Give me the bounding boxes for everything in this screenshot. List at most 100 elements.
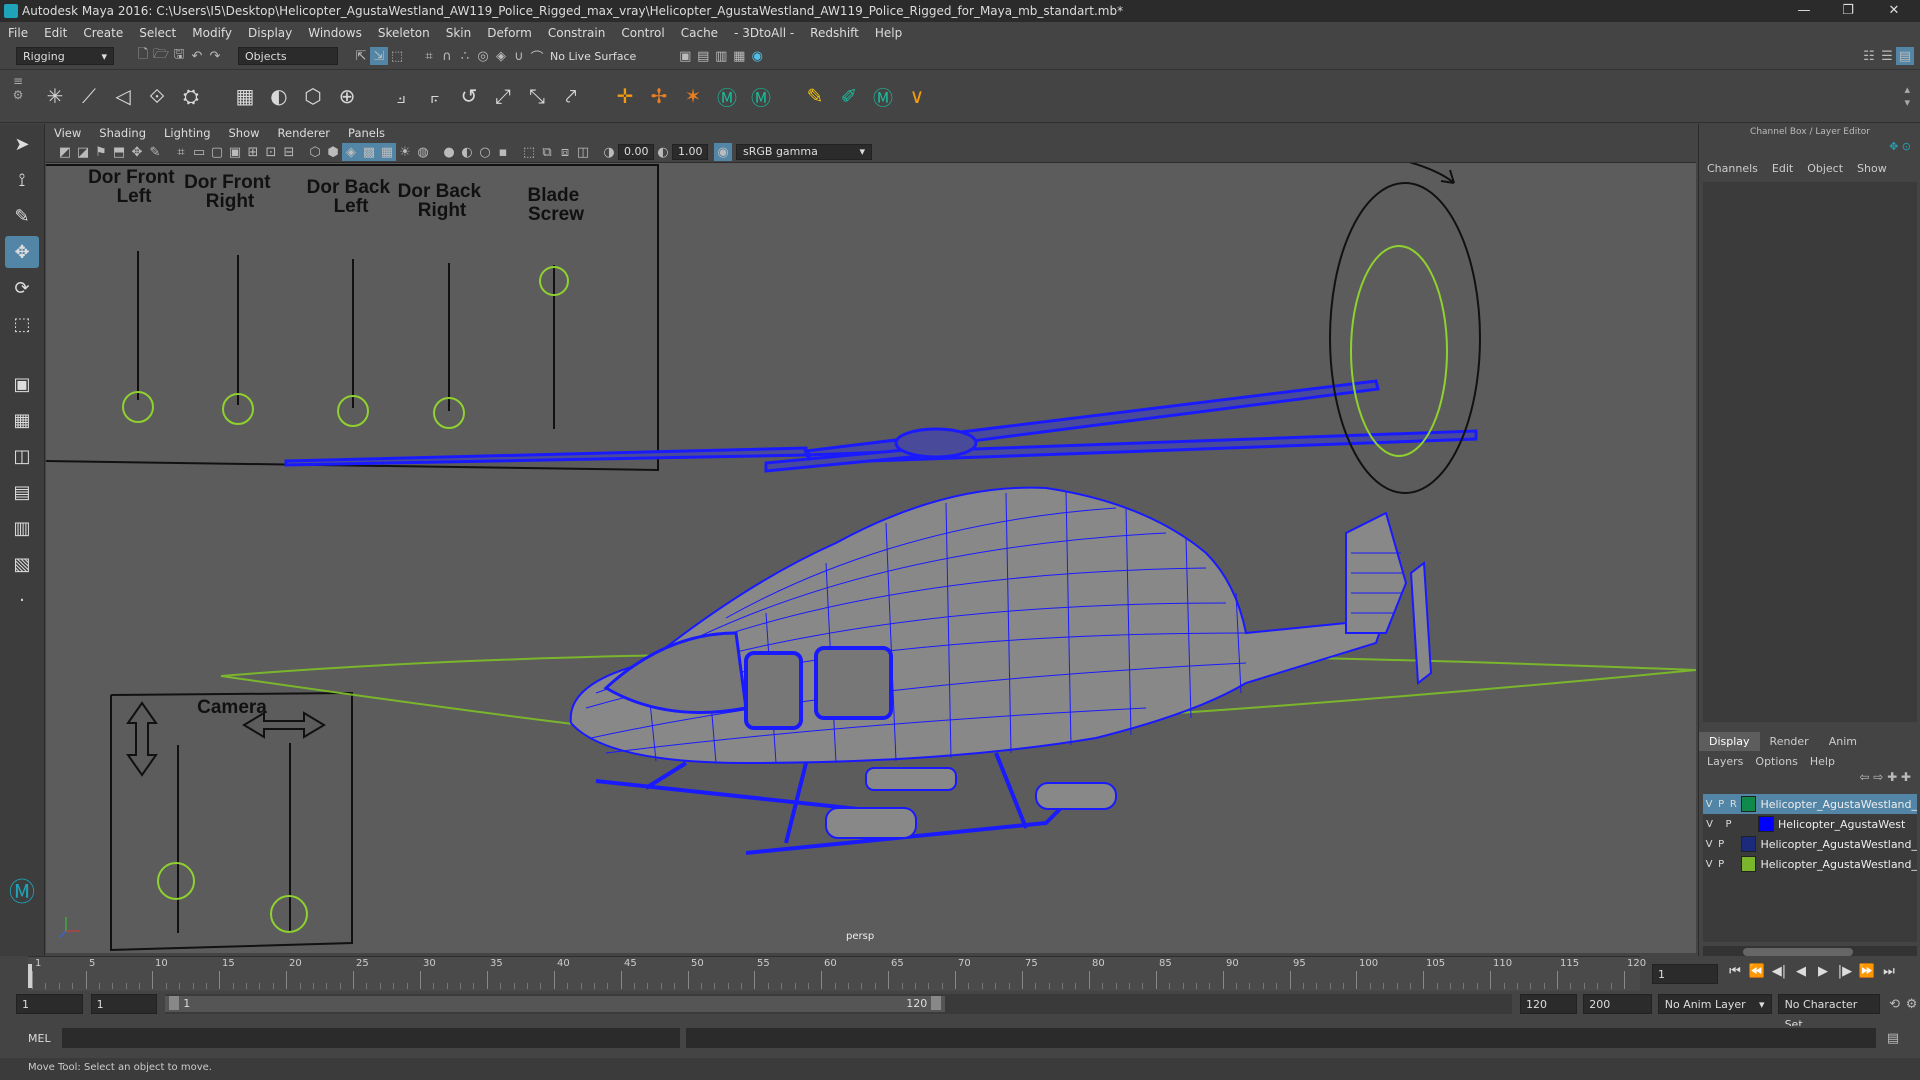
wire-on-shaded-icon[interactable]: ◈	[342, 143, 360, 161]
mode-selector[interactable]: Rigging ▾	[16, 47, 114, 65]
minimize-button[interactable]: —	[1784, 1, 1824, 21]
range-slider[interactable]: 1 120	[165, 994, 1513, 1014]
layer-playback[interactable]: P	[1722, 819, 1735, 830]
menu-skin[interactable]: Skin	[446, 26, 472, 40]
motion-blur-icon[interactable]: ●	[440, 143, 458, 161]
rig-tool-icon[interactable]: ⛭	[176, 81, 206, 111]
close-button[interactable]: ✕	[1874, 1, 1914, 21]
grid-icon[interactable]: ⌗	[172, 143, 190, 161]
layer-visible[interactable]: V	[1703, 799, 1715, 810]
select-tool-icon[interactable]: ➤	[5, 128, 39, 160]
gamma-icon[interactable]: ◐	[654, 143, 672, 161]
range-end-grip[interactable]	[931, 996, 942, 1010]
backface-icon[interactable]: ◫	[574, 143, 592, 161]
scale-tool-icon[interactable]: ⬚	[5, 308, 39, 340]
channel-object-menu[interactable]: Object	[1807, 162, 1843, 175]
isolate-select-icon[interactable]: ▪	[494, 143, 512, 161]
use-lights-icon[interactable]: ▦	[378, 143, 396, 161]
paint-select-icon[interactable]: ✎	[5, 200, 39, 232]
playback-start-field[interactable]: 1	[90, 994, 158, 1014]
ik-spline-icon[interactable]: ◁	[108, 81, 138, 111]
resolution-gate-icon[interactable]: ▢	[208, 143, 226, 161]
persp-outliner-icon[interactable]: ▥	[5, 512, 39, 544]
menu-help[interactable]: Help	[875, 26, 902, 40]
helicopter-mesh[interactable]	[569, 486, 1433, 855]
layer-reference[interactable]: R	[1727, 799, 1739, 810]
shadows-icon[interactable]: ☀	[396, 143, 414, 161]
range-start-grip[interactable]	[169, 996, 180, 1010]
channel-list[interactable]	[1703, 182, 1917, 722]
viewport-persp[interactable]: Dor Front Left Dor Front Right Dor Back …	[46, 163, 1696, 953]
snap-point-icon[interactable]: ∴	[456, 47, 474, 65]
joint-tool-icon[interactable]: ✳	[40, 81, 70, 111]
start-time-field[interactable]: 1	[16, 994, 83, 1014]
film-gate-icon[interactable]: ▭	[190, 143, 208, 161]
tab-display[interactable]: Display	[1699, 731, 1760, 751]
textured-icon[interactable]: ▩	[360, 143, 378, 161]
vp-menu-panels[interactable]: Panels	[348, 126, 385, 140]
magnet-icon[interactable]: ∪	[510, 47, 528, 65]
2d-pan-icon[interactable]: ✥	[128, 143, 146, 161]
layer-row[interactable]: V P R Helicopter_AgustaWestland_	[1703, 794, 1917, 814]
options-menu[interactable]: Options	[1755, 755, 1797, 768]
vp-menu-renderer[interactable]: Renderer	[278, 126, 331, 140]
layer-visible[interactable]: V	[1703, 859, 1715, 870]
select-object-icon[interactable]: ⇲	[370, 47, 388, 65]
step-back-key-icon[interactable]: ⏪	[1746, 964, 1768, 979]
layer-visible[interactable]: V	[1703, 819, 1716, 830]
tab-anim[interactable]: Anim	[1819, 732, 1867, 751]
layer-color-swatch[interactable]	[1758, 816, 1774, 832]
ipr-render-icon[interactable]: ▥	[712, 47, 730, 65]
move-tool-icon[interactable]: ✥	[5, 236, 39, 268]
tail-rotor[interactable]	[1409, 561, 1433, 685]
locator-icon[interactable]: ✛	[610, 81, 640, 111]
current-frame-field[interactable]: 1	[1652, 964, 1718, 984]
field-chart-icon[interactable]: ⊞	[244, 143, 262, 161]
auto-key-icon[interactable]: ⟲	[1886, 995, 1903, 1013]
play-forward-icon[interactable]: ▶	[1812, 964, 1834, 979]
animation-prefs-icon[interactable]: ⚙	[1903, 995, 1920, 1013]
xray-active-icon[interactable]: ⧉	[538, 143, 556, 161]
redo-icon[interactable]: ↷	[206, 47, 224, 65]
attribute-editor-icon[interactable]: ☷	[1860, 47, 1878, 65]
safe-action-icon[interactable]: ⊡	[262, 143, 280, 161]
xray-joints-icon[interactable]: ⧈	[556, 143, 574, 161]
menu-cache[interactable]: Cache	[681, 26, 718, 40]
xray-icon[interactable]: ⬚	[520, 143, 538, 161]
aim-constraint-icon[interactable]: ⟔	[420, 81, 450, 111]
tab-render[interactable]: Render	[1760, 732, 1819, 751]
menu-redshift[interactable]: Redshift	[810, 26, 859, 40]
go-to-start-icon[interactable]: ⏮	[1724, 964, 1746, 979]
rotate-tool-icon[interactable]: ⟳	[5, 272, 39, 304]
persp-uv-icon[interactable]: ▧	[5, 548, 39, 580]
menu-file[interactable]: File	[8, 26, 28, 40]
time-slider[interactable]: 1 5 10 15 20 25 30 35 40 45 50 55 60 65 70 75 80 85 90 95 10…	[0, 956, 1920, 991]
layers-menu[interactable]: Layers	[1707, 755, 1743, 768]
new-scene-icon[interactable]: 🗋	[134, 47, 152, 65]
layer-playback[interactable]: P	[1715, 859, 1727, 870]
snap-view-icon[interactable]: ◎	[474, 47, 492, 65]
render-settings-icon[interactable]: ▦	[730, 47, 748, 65]
custom-layout-icon[interactable]: ·	[5, 584, 39, 616]
layer-name[interactable]: Helicopter_AgustaWestland_	[1760, 858, 1917, 871]
gamma-field[interactable]: 1.00	[672, 144, 708, 160]
layer-buttons[interactable]: ⇦ ⇨ ✚ ✚	[1699, 770, 1920, 790]
layer-row[interactable]: V P Helicopter_AgustaWestland_	[1703, 854, 1917, 874]
layer-color-swatch[interactable]	[1741, 796, 1757, 812]
blend-shape-icon[interactable]: ∨	[902, 81, 932, 111]
render-frame-icon[interactable]: ▤	[694, 47, 712, 65]
channel-edit-menu[interactable]: Edit	[1772, 162, 1793, 175]
menu-deform[interactable]: Deform	[487, 26, 532, 40]
select-hierarchy-icon[interactable]: ⇱	[352, 47, 370, 65]
channel-show-menu[interactable]: Show	[1857, 162, 1887, 175]
open-scene-icon[interactable]: 🗁	[152, 47, 170, 65]
viewport-scene[interactable]: Dor Front Left Dor Front Right Dor Back …	[46, 163, 1696, 953]
snap-grid-icon[interactable]: ⌗	[420, 47, 438, 65]
tool-settings-icon[interactable]: ☰	[1878, 47, 1896, 65]
restore-button[interactable]: ❐	[1828, 1, 1868, 21]
joint-orient-icon[interactable]: ✢	[644, 81, 674, 111]
lattice-icon[interactable]: ▦	[230, 81, 260, 111]
view-transform-dropdown[interactable]: sRGB gamma ▾	[736, 144, 872, 160]
camera-vertical-controller[interactable]	[157, 862, 195, 900]
menu-windows[interactable]: Windows	[308, 26, 362, 40]
